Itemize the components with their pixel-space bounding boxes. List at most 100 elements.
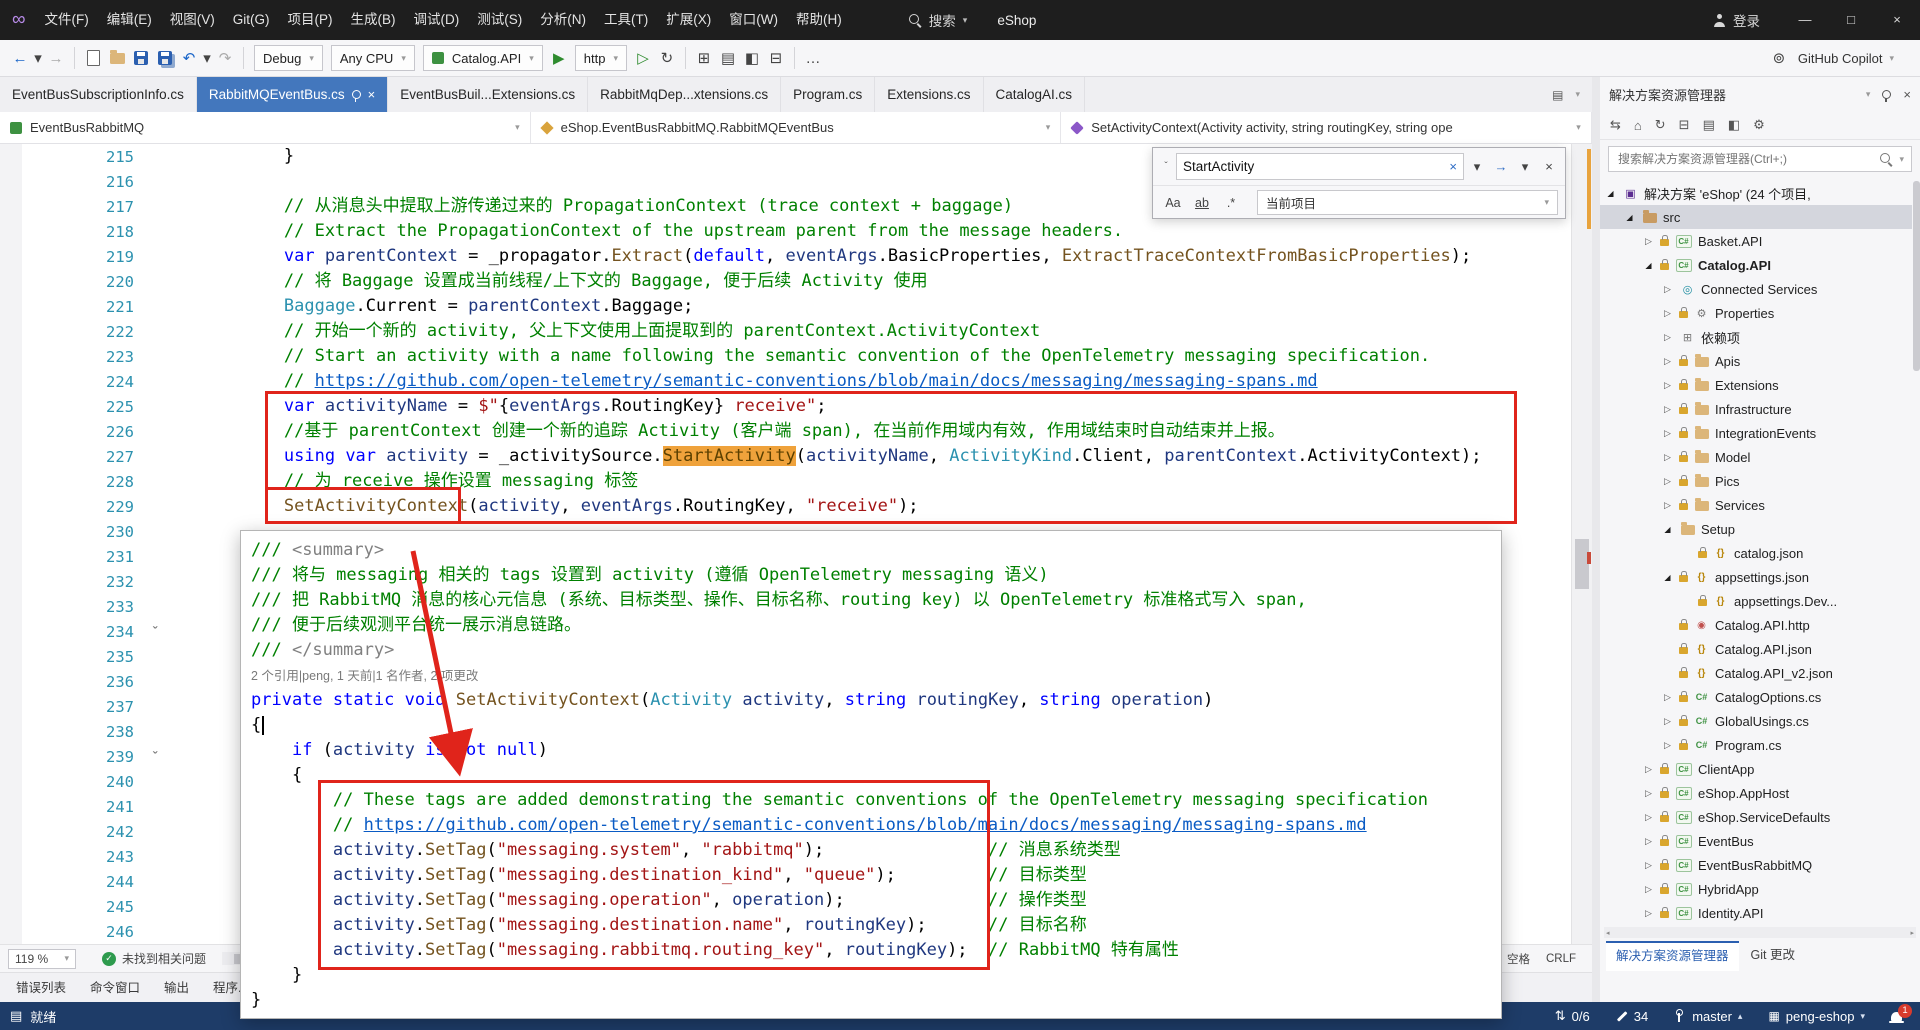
menu-git-g[interactable]: Git(G)	[224, 0, 279, 40]
collapse-all-icon[interactable]: ⊟	[764, 45, 788, 71]
regex-toggle[interactable]: .*	[1218, 191, 1244, 214]
tree-item-eshop-apphost[interactable]: ▷ C# eShop.AppHost	[1600, 781, 1912, 805]
code-line[interactable]: // 将 Baggage 设置成当前线程/上下文的 Baggage, 便于后续 …	[202, 269, 1482, 294]
menu-扩展-x[interactable]: 扩展(X)	[657, 0, 720, 40]
code-line[interactable]: // 开始一个新的 activity, 父上下文使用上面提取到的 parentC…	[202, 319, 1482, 344]
collapse-arrow-icon[interactable]: ◢	[1604, 189, 1617, 198]
whole-word-toggle[interactable]: ab	[1189, 191, 1215, 214]
nav-forward-button[interactable]: →	[44, 45, 68, 71]
find-next-button[interactable]: →	[1490, 159, 1512, 174]
tree-item-apis[interactable]: ▷ Apis	[1600, 349, 1912, 373]
zoom-combo[interactable]: 119 % ▾	[8, 948, 76, 969]
code-line[interactable]: SetActivityContext(activity, eventArgs.R…	[202, 494, 1482, 519]
solution-search-box[interactable]: ▾	[1608, 146, 1912, 172]
code-line[interactable]: var activityName = $"{eventArgs.RoutingK…	[202, 394, 1482, 419]
scroll-left-icon[interactable]: ◂	[1606, 929, 1610, 937]
code-line[interactable]: Baggage.Current = parentContext.Baggage;	[202, 294, 1482, 319]
properties-list-icon[interactable]: ▤	[716, 45, 740, 71]
preview-icon[interactable]: ◧	[1728, 117, 1740, 133]
tree-item-model[interactable]: ▷ Model	[1600, 445, 1912, 469]
menu-测试-s[interactable]: 测试(S)	[468, 0, 531, 40]
bottom-panel-tab-错误列表[interactable]: 错误列表	[6, 973, 76, 1003]
expand-arrow-icon[interactable]: ▷	[1661, 452, 1674, 463]
sign-in-button[interactable]: 登录	[1713, 10, 1760, 30]
dependencies-icon[interactable]: ⊞	[692, 45, 716, 71]
tree-item-src[interactable]: ◢ src	[1600, 205, 1912, 229]
tree-item-integrationevents[interactable]: ▷ IntegrationEvents	[1600, 421, 1912, 445]
expand-arrow-icon[interactable]: ▷	[1661, 692, 1674, 703]
scrollbar-thumb[interactable]	[1575, 539, 1589, 589]
tree-item-appsettings-dev[interactable]: {} appsettings.Dev...	[1600, 589, 1912, 613]
close-button[interactable]: ×	[1874, 0, 1920, 40]
collapse-arrow-icon[interactable]: ◢	[1623, 213, 1636, 222]
menu-窗口-w[interactable]: 窗口(W)	[720, 0, 787, 40]
find-scope-combo[interactable]: 当前项目 ▾	[1257, 190, 1558, 215]
git-branch-button[interactable]: master ▴	[1674, 1008, 1742, 1024]
tree-item-pics[interactable]: ▷ Pics	[1600, 469, 1912, 493]
pending-changes[interactable]: 34	[1616, 1009, 1648, 1024]
tree-item-eventbusrabbitmq[interactable]: ▷ C# EventBusRabbitMQ	[1600, 853, 1912, 877]
collapse-all-icon[interactable]: ⊟	[1679, 117, 1690, 133]
menu-帮助-h[interactable]: 帮助(H)	[787, 0, 851, 40]
breadcrumb-segment[interactable]: eShop.EventBusRabbitMQ.RabbitMQEventBus ▾	[531, 112, 1062, 143]
tree-item-extensions[interactable]: ▷ Extensions	[1600, 373, 1912, 397]
save-button[interactable]	[129, 45, 153, 71]
tree-horizontal-scrollbar[interactable]: ◂ ▸	[1604, 927, 1916, 938]
git-sync-status[interactable]: ⇅ 0/6	[1555, 1008, 1590, 1024]
close-icon[interactable]: ×	[1903, 87, 1911, 102]
menu-工具-t[interactable]: 工具(T)	[595, 0, 657, 40]
tree-item-clientapp[interactable]: ▷ C# ClientApp	[1600, 757, 1912, 781]
expand-arrow-icon[interactable]: ▷	[1642, 836, 1655, 847]
tree-item-globalusings-cs[interactable]: ▷ C# GlobalUsings.cs	[1600, 709, 1912, 733]
pin-icon[interactable]	[1882, 89, 1892, 102]
global-search-box[interactable]: 搜索 ▾	[908, 10, 967, 30]
start-debugging-button[interactable]: ▶	[547, 45, 571, 71]
undo-dropdown[interactable]: ▾	[201, 45, 213, 71]
menu-视图-v[interactable]: 视图(V)	[161, 0, 224, 40]
tree-item-catalogoptions-cs[interactable]: ▷ C# CatalogOptions.cs	[1600, 685, 1912, 709]
expand-arrow-icon[interactable]: ▷	[1661, 740, 1674, 751]
tree-item-appsettings-json[interactable]: ◢ {} appsettings.json	[1600, 565, 1912, 589]
tab-program-cs[interactable]: Program.cs	[781, 77, 876, 112]
solution-search-input[interactable]	[1616, 151, 1875, 167]
code-line[interactable]: // Extract the PropagationContext of the…	[202, 219, 1482, 244]
tool-window-tab-解决方案资源管理器[interactable]: 解决方案资源管理器	[1606, 941, 1739, 971]
start-without-debugging-button[interactable]: ▷	[631, 45, 655, 71]
expand-arrow-icon[interactable]: ▷	[1661, 476, 1674, 487]
undo-button[interactable]: ↶	[177, 45, 201, 71]
find-next-dropdown[interactable]: ▾	[1514, 159, 1536, 175]
expand-arrow-icon[interactable]: ▷	[1661, 308, 1674, 319]
bottom-panel-tab-输出[interactable]: 输出	[154, 973, 199, 1003]
expand-arrow-icon[interactable]: ▷	[1642, 236, 1655, 247]
tree-item-properties[interactable]: ▷ ⚙ Properties	[1600, 301, 1912, 325]
code-line[interactable]: // https://github.com/open-telemetry/sem…	[202, 369, 1482, 394]
tree-item-catalog-json[interactable]: {} catalog.json	[1600, 541, 1912, 565]
menu-项目-p[interactable]: 项目(P)	[279, 0, 342, 40]
menu-分析-n[interactable]: 分析(N)	[531, 0, 595, 40]
menu-文件-f[interactable]: 文件(F)	[36, 0, 98, 40]
collapse-arrow-icon[interactable]: ◢	[1661, 573, 1674, 582]
chevron-down-icon[interactable]: ▾	[1866, 89, 1871, 100]
tree-item-catalog-api-json[interactable]: {} Catalog.API.json	[1600, 637, 1912, 661]
tab-rabbitmqdep-xtensions-cs[interactable]: RabbitMqDep...xtensions.cs	[588, 77, 782, 112]
tree-item-setup[interactable]: ◢ Setup	[1600, 517, 1912, 541]
pin-icon[interactable]	[351, 90, 361, 102]
code-line[interactable]: // Start an activity with a name followi…	[202, 344, 1482, 369]
preview-icon[interactable]: ◧	[740, 45, 764, 71]
tool-window-tab-git-更改[interactable]: Git 更改	[1741, 941, 1805, 971]
expand-arrow-icon[interactable]: ▷	[1661, 428, 1674, 439]
tab-overflow-icon[interactable]: ▾	[1575, 89, 1580, 100]
comment-link[interactable]: https://github.com/open-telemetry/semant…	[315, 371, 1318, 391]
panel-splitter[interactable]	[1592, 77, 1600, 1002]
code-line[interactable]: //基于 parentContext 创建一个新的追踪 Activity (客户…	[202, 419, 1482, 444]
expand-arrow-icon[interactable]: ▷	[1642, 764, 1655, 775]
expand-arrow-icon[interactable]: ▷	[1642, 812, 1655, 823]
code-line[interactable]: var parentContext = _propagator.Extract(…	[202, 244, 1482, 269]
tree-item-program-cs[interactable]: ▷ C# Program.cs	[1600, 733, 1912, 757]
expand-arrow-icon[interactable]: ▷	[1661, 284, 1674, 295]
expand-arrow-icon[interactable]: ▷	[1661, 716, 1674, 727]
find-options-dropdown[interactable]: ▾	[1466, 159, 1488, 175]
tab-extensions-cs[interactable]: Extensions.cs	[875, 77, 984, 112]
expand-find-icon[interactable]: ˇ	[1158, 161, 1174, 172]
notifications-button[interactable]: 1	[1889, 1003, 1912, 1023]
